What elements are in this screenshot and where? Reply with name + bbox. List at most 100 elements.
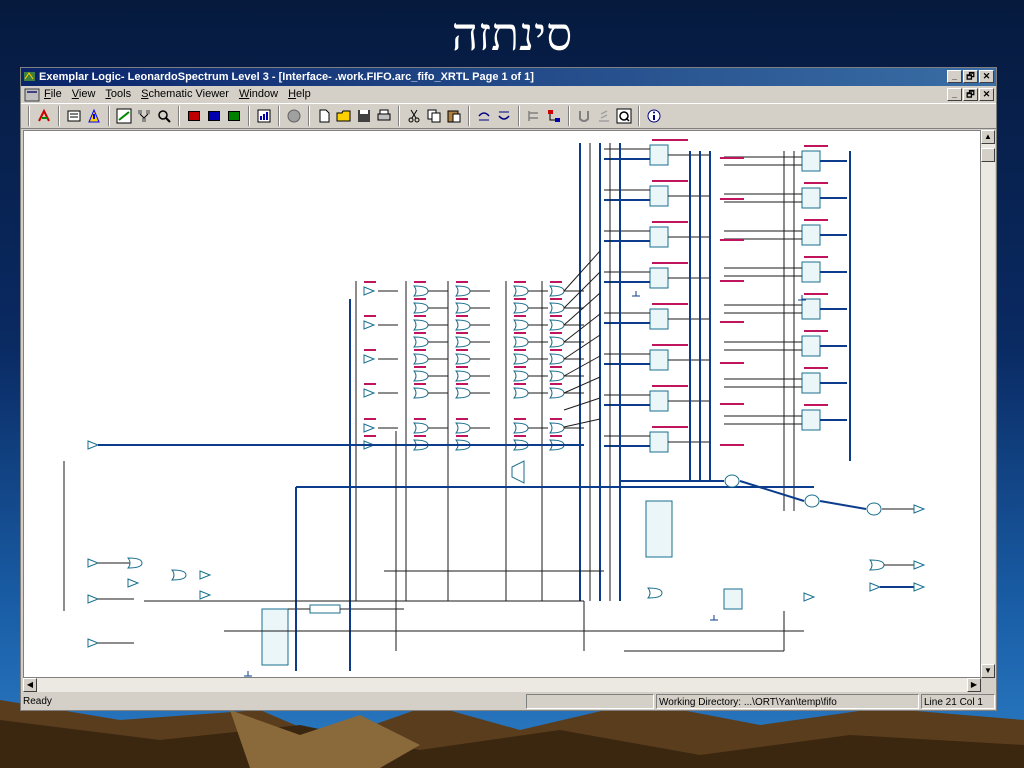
print-icon[interactable] (375, 107, 393, 125)
report-icon[interactable] (255, 107, 273, 125)
synth-red-icon[interactable] (185, 107, 203, 125)
doc-minimize-button[interactable]: _ (947, 88, 962, 101)
wire (563, 250, 601, 292)
buffer-gate (803, 592, 816, 602)
register-cell (801, 335, 821, 357)
logic-gate (454, 336, 471, 348)
cell-label-mark (652, 303, 688, 305)
logic-gate (412, 285, 429, 297)
copy-icon[interactable] (425, 107, 443, 125)
scroll-left-arrow-icon[interactable]: ◀ (23, 678, 37, 692)
run-wizard-icon[interactable] (35, 107, 53, 125)
logic-gate (412, 336, 429, 348)
scroll-right-arrow-icon[interactable]: ▶ (967, 678, 981, 692)
wire (563, 292, 601, 326)
doc-close-button[interactable]: ✕ (979, 88, 994, 101)
rtl-schematic-icon[interactable] (115, 107, 133, 125)
status-empty-panel (526, 694, 654, 709)
logic-gate (454, 370, 471, 382)
logic-gate (512, 422, 529, 434)
menu-schematic-viewer[interactable]: Schematic Viewer (141, 86, 229, 103)
net-label-mark (720, 321, 744, 323)
register-cell (801, 409, 821, 431)
resistor-block (309, 604, 341, 614)
schematic-diagram (63, 139, 926, 698)
gate-label-mark (456, 315, 468, 317)
toolbar-separator (568, 106, 570, 126)
comparator-gate (724, 474, 740, 488)
zoom-icon[interactable] (155, 107, 173, 125)
info-icon[interactable] (645, 107, 663, 125)
gate-label-mark (550, 383, 562, 385)
cell-label-mark (804, 182, 828, 184)
open-file-icon[interactable] (335, 107, 353, 125)
wire (563, 271, 601, 309)
constraints-icon[interactable] (65, 107, 83, 125)
document-icon[interactable] (24, 88, 40, 102)
cell-label-mark (652, 426, 688, 428)
minimize-button[interactable]: _ (947, 70, 962, 83)
cell-label-mark (804, 367, 828, 369)
gate-label-mark (550, 418, 562, 420)
register-cell (723, 588, 743, 610)
gate-label-mark (414, 332, 426, 334)
logic-gate (548, 370, 565, 382)
register-cell (649, 267, 669, 289)
close-button[interactable]: ✕ (979, 70, 994, 83)
register-cell (649, 185, 669, 207)
doc-restore-button[interactable]: 🗗 (963, 88, 978, 101)
new-file-icon[interactable] (315, 107, 333, 125)
slide-title: סינתזה (451, 9, 573, 60)
menu-file[interactable]: File (44, 86, 62, 103)
toolbar-separator (468, 106, 470, 126)
logic-gate (548, 285, 565, 297)
analyze-icon[interactable] (85, 107, 103, 125)
logic-gate (170, 569, 187, 581)
mux-block (511, 460, 525, 484)
net-label-mark (720, 239, 744, 241)
gate-label-mark (514, 332, 526, 334)
status-bar: Ready Working Directory: ...\ORT\Yan\tem… (21, 693, 996, 710)
scroll-thumb[interactable] (981, 148, 995, 162)
menu-tools[interactable]: Tools (105, 86, 131, 103)
gate-label-mark (364, 315, 376, 317)
scroll-down-arrow-icon[interactable]: ▼ (981, 664, 995, 678)
paste-icon[interactable] (445, 107, 463, 125)
logic-gate (512, 370, 529, 382)
q-icon[interactable] (615, 107, 633, 125)
gate-label-mark (514, 366, 526, 368)
register-cell (801, 261, 821, 283)
wire (563, 334, 601, 360)
schematic-canvas[interactable] (23, 130, 981, 698)
synth-blue-icon[interactable] (205, 107, 223, 125)
hierarchy-icon[interactable] (135, 107, 153, 125)
input-port (87, 558, 100, 568)
register-cell (649, 226, 669, 248)
step-icon[interactable] (595, 107, 613, 125)
menu-view[interactable]: View (72, 86, 96, 103)
output-port (913, 582, 926, 592)
vertical-scrollbar[interactable]: ▲ ▼ (981, 130, 995, 678)
horizontal-scrollbar[interactable]: ◀ ▶ (23, 678, 981, 692)
toolbar-separator (248, 106, 250, 126)
toolbar-separator (178, 106, 180, 126)
pin-icon[interactable] (525, 107, 543, 125)
save-icon[interactable] (355, 107, 373, 125)
cell-label-mark (652, 385, 688, 387)
redo-icon[interactable] (495, 107, 513, 125)
ground-icon (710, 615, 718, 621)
menu-window[interactable]: Window (239, 86, 278, 103)
menu-help[interactable]: Help (288, 86, 311, 103)
cut-icon[interactable] (405, 107, 423, 125)
undo-icon[interactable] (475, 107, 493, 125)
gate-label-mark (414, 435, 426, 437)
stop-icon[interactable] (285, 107, 303, 125)
logic-gate (548, 422, 565, 434)
synth-green-icon[interactable] (225, 107, 243, 125)
register-cell (801, 298, 821, 320)
scroll-up-arrow-icon[interactable]: ▲ (981, 130, 995, 144)
register-cell (801, 372, 821, 394)
u-icon[interactable] (575, 107, 593, 125)
tree-icon[interactable] (545, 107, 563, 125)
restore-button[interactable]: 🗗 (963, 70, 978, 83)
